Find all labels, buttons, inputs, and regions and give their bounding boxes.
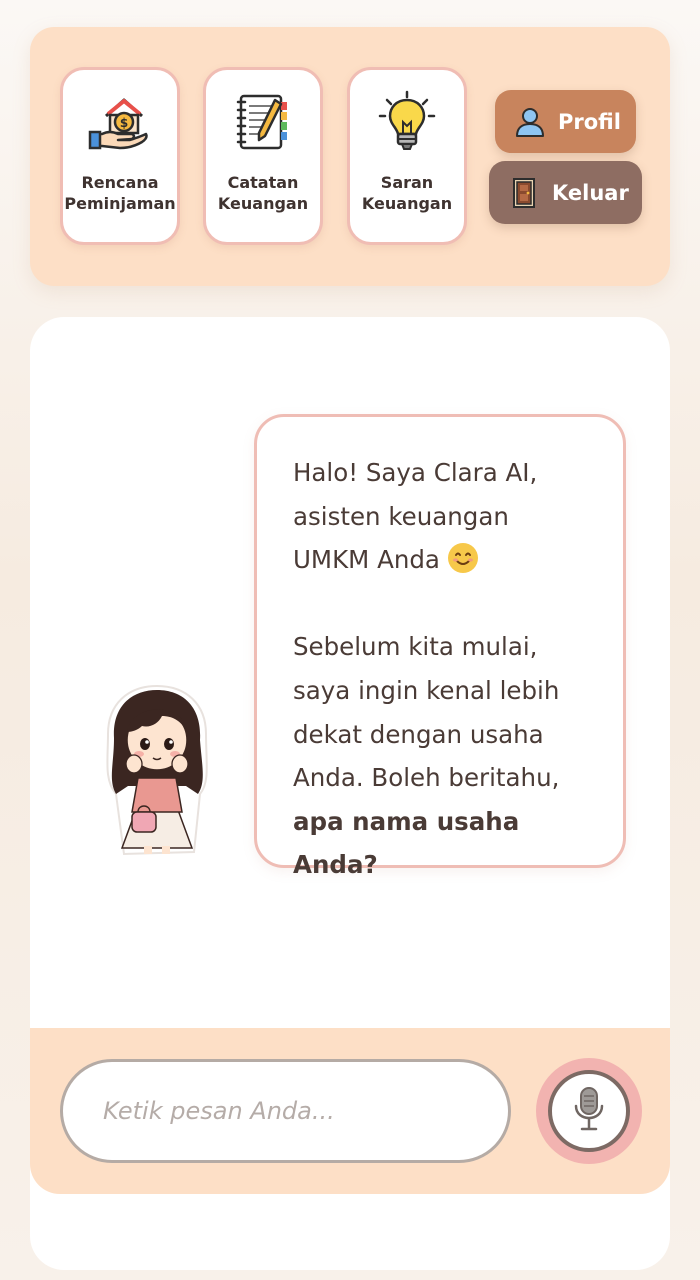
menu-label-line1: Rencana	[81, 173, 159, 192]
smiling-face-emoji-icon	[447, 543, 478, 574]
message-line: asisten keuangan	[293, 501, 509, 531]
message-line: dekat dengan usaha	[293, 719, 544, 749]
message-question: apa nama usaha Anda?	[293, 800, 595, 887]
user-icon	[514, 106, 546, 138]
svg-text:$: $	[120, 116, 128, 130]
message-line: UMKM Anda	[293, 538, 595, 582]
menu-label-line1: Catatan	[227, 173, 299, 192]
menu-label-line2: Keuangan	[361, 194, 453, 213]
profil-button[interactable]: Profil	[495, 90, 636, 153]
menu-label-line2: Peminjaman	[64, 194, 176, 213]
door-icon	[508, 177, 540, 209]
mic-button-inner	[548, 1070, 630, 1152]
loan-house-icon: $	[88, 90, 152, 154]
voice-input-button[interactable]	[536, 1058, 642, 1164]
menu-catatan-keuangan[interactable]: Catatan Keuangan	[203, 67, 323, 245]
message-text: UMKM Anda	[293, 545, 440, 575]
message-line: Sebelum kita mulai,	[293, 632, 538, 662]
message-line: Halo! Saya Clara AI,	[293, 458, 538, 487]
message-composer	[30, 1028, 670, 1194]
notebook-pencil-icon	[231, 90, 295, 154]
menu-label-line1: Saran	[380, 173, 434, 192]
profil-label: Profil	[558, 109, 621, 134]
keluar-button[interactable]: Keluar	[489, 161, 642, 224]
message-line: Anda. Boleh beritahu,	[293, 763, 560, 793]
chat-panel: Halo! Saya Clara AI, asisten keuangan UM…	[30, 317, 670, 1270]
app-screen: $ Rencana Peminjaman Catatan Keuangan Sa…	[0, 0, 700, 1280]
message-input[interactable]	[60, 1059, 511, 1163]
menu-label-line2: Keuangan	[217, 194, 309, 213]
lightbulb-icon	[375, 90, 439, 154]
menu-saran-keuangan[interactable]: Saran Keuangan	[347, 67, 467, 245]
menu-label: Rencana Peminjaman	[61, 172, 179, 214]
menu-label: Saran Keuangan	[348, 172, 466, 214]
keluar-label: Keluar	[552, 180, 629, 205]
microphone-icon	[572, 1086, 606, 1136]
clara-avatar	[102, 682, 212, 858]
top-menu-panel: $ Rencana Peminjaman Catatan Keuangan Sa…	[30, 27, 670, 286]
message-bold-text: apa nama usaha Anda?	[293, 806, 520, 880]
menu-rencana-peminjaman[interactable]: $ Rencana Peminjaman	[60, 67, 180, 245]
assistant-message-bubble: Halo! Saya Clara AI, asisten keuangan UM…	[254, 414, 626, 879]
menu-label: Catatan Keuangan	[204, 172, 322, 214]
message-line: saya ingin kenal lebih	[293, 675, 560, 705]
